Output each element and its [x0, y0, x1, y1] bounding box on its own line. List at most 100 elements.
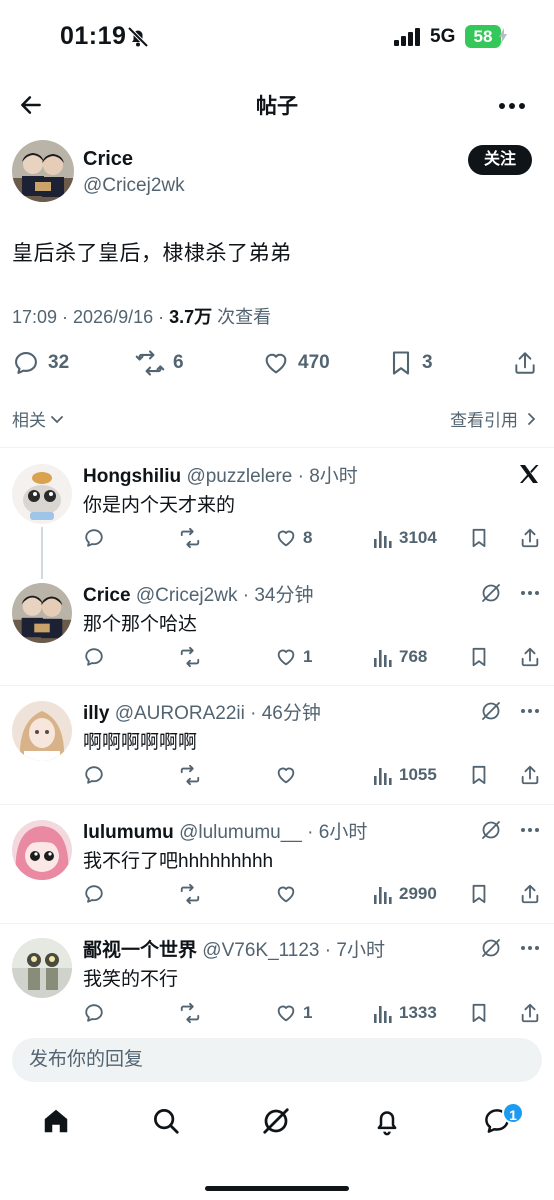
repost-icon [178, 646, 202, 668]
bottom-tab-bar [0, 1100, 554, 1150]
reply-button[interactable] [83, 999, 111, 1027]
reply-author-name[interactable]: Hongshiliu [83, 466, 181, 487]
like-stat[interactable]: 470 [262, 345, 330, 381]
reply-author-handle[interactable]: @Cricej2wk [136, 585, 238, 606]
repost-stat[interactable]: 6 [135, 345, 184, 381]
tab-search[interactable] [151, 1106, 181, 1136]
repost-button[interactable] [178, 999, 208, 1027]
related-row: 相关 查看引用 [0, 402, 554, 432]
bookmark-count: 3 [422, 352, 433, 373]
like-button[interactable]: 1 [275, 999, 312, 1027]
avatar[interactable] [12, 140, 74, 202]
repost-button[interactable] [178, 643, 208, 671]
more-options-icon[interactable] [498, 102, 526, 110]
divider [0, 804, 554, 805]
reply-author-name[interactable]: 鄙视一个世界 [83, 940, 197, 961]
bookmark-icon [469, 527, 489, 549]
share-button[interactable] [519, 524, 541, 552]
reply-button[interactable] [83, 880, 111, 908]
reply-author-handle[interactable]: @puzzlelere [186, 466, 292, 487]
reply-stat[interactable]: 32 [12, 345, 69, 381]
share-button[interactable] [519, 999, 541, 1027]
grok-icon[interactable] [480, 582, 502, 604]
like-button[interactable] [275, 880, 303, 908]
author-handle[interactable]: @Cricej2wk [83, 175, 185, 197]
related-dropdown[interactable]: 相关 [12, 406, 64, 431]
network-type: 5G [430, 26, 456, 47]
reply-compose-input[interactable]: 发布你的回复 [12, 1038, 542, 1082]
views-button[interactable]: 3104 [373, 524, 437, 552]
page-title: 帖子 [256, 95, 298, 118]
reply-top-icons [480, 819, 540, 841]
divider [0, 447, 554, 448]
tab-home[interactable] [41, 1106, 71, 1136]
views-button[interactable]: 768 [373, 643, 427, 671]
bookmark-button[interactable] [469, 643, 489, 671]
repost-button[interactable] [178, 761, 208, 789]
avatar[interactable] [12, 464, 72, 524]
share-button[interactable] [519, 880, 541, 908]
grok-icon[interactable] [480, 819, 502, 841]
share-button[interactable] [519, 643, 541, 671]
avatar[interactable] [12, 938, 72, 998]
repost-button[interactable] [178, 880, 208, 908]
views-button[interactable]: 2990 [373, 880, 437, 908]
reply-text: 那个那个哈达 [83, 614, 198, 635]
reply-text: 我不行了吧hhhhhhhhh [83, 851, 274, 872]
share-icon [512, 349, 538, 377]
share-button[interactable] [512, 345, 538, 381]
reply-header: 鄙视一个世界 @V76K_1123 · 7小时 [83, 940, 385, 961]
thread-connector [41, 527, 43, 579]
repost-icon [135, 349, 165, 377]
bookmark-button[interactable] [469, 880, 489, 908]
bookmark-button[interactable] [469, 999, 489, 1027]
bookmark-icon [469, 883, 489, 905]
reply-author-name[interactable]: lulumumu [83, 822, 174, 843]
tab-grok[interactable] [261, 1106, 291, 1136]
like-button[interactable]: 8 [275, 524, 312, 552]
reply-icon [83, 1002, 105, 1024]
author-name[interactable]: Crice [83, 148, 133, 171]
reply-button[interactable] [83, 761, 111, 789]
like-button[interactable]: 1 [275, 643, 312, 671]
follow-button[interactable]: 关注 [468, 145, 532, 175]
reply-header: illy @AURORA22ii · 46分钟 [83, 703, 321, 724]
views-button[interactable]: 1055 [373, 761, 437, 789]
grok-icon[interactable] [480, 700, 502, 722]
views-button[interactable]: 1333 [373, 999, 437, 1027]
view-quotes-link[interactable]: 查看引用 [450, 406, 538, 431]
avatar[interactable] [12, 583, 72, 643]
avatar[interactable] [12, 701, 72, 761]
reply-author-name[interactable]: illy [83, 703, 109, 724]
grok-icon[interactable] [480, 937, 502, 959]
reply-author-handle[interactable]: @lulumumu__ [179, 822, 302, 843]
views-count: 2990 [399, 884, 437, 903]
repost-icon [178, 1002, 202, 1024]
reply-icon [12, 349, 40, 377]
bookmark-button[interactable] [469, 524, 489, 552]
avatar[interactable] [12, 820, 72, 880]
reply-author-handle[interactable]: @V76K_1123 [202, 940, 319, 961]
post-view-label: 次查看 [212, 307, 272, 327]
more-options-icon[interactable] [520, 827, 540, 833]
reply-author-handle[interactable]: @AURORA22ii [115, 703, 245, 724]
bookmark-button[interactable] [469, 761, 489, 789]
x-logo-icon[interactable] [518, 463, 540, 485]
bookmark-stat[interactable]: 3 [388, 345, 433, 381]
messages-badge: 1 [502, 1102, 524, 1124]
tab-notifications[interactable] [372, 1106, 402, 1136]
more-options-icon[interactable] [520, 945, 540, 951]
view-quotes-label: 查看引用 [450, 411, 518, 430]
reply-author-name[interactable]: Crice [83, 585, 131, 606]
reply-button[interactable] [83, 524, 111, 552]
like-button[interactable] [275, 761, 303, 789]
signal-icon [394, 28, 422, 46]
share-button[interactable] [519, 761, 541, 789]
repost-icon [178, 883, 202, 905]
bookmark-icon [469, 1002, 489, 1024]
more-options-icon[interactable] [520, 590, 540, 596]
repost-button[interactable] [178, 524, 208, 552]
reply-button[interactable] [83, 643, 111, 671]
bell-icon [372, 1106, 402, 1136]
more-options-icon[interactable] [520, 708, 540, 714]
